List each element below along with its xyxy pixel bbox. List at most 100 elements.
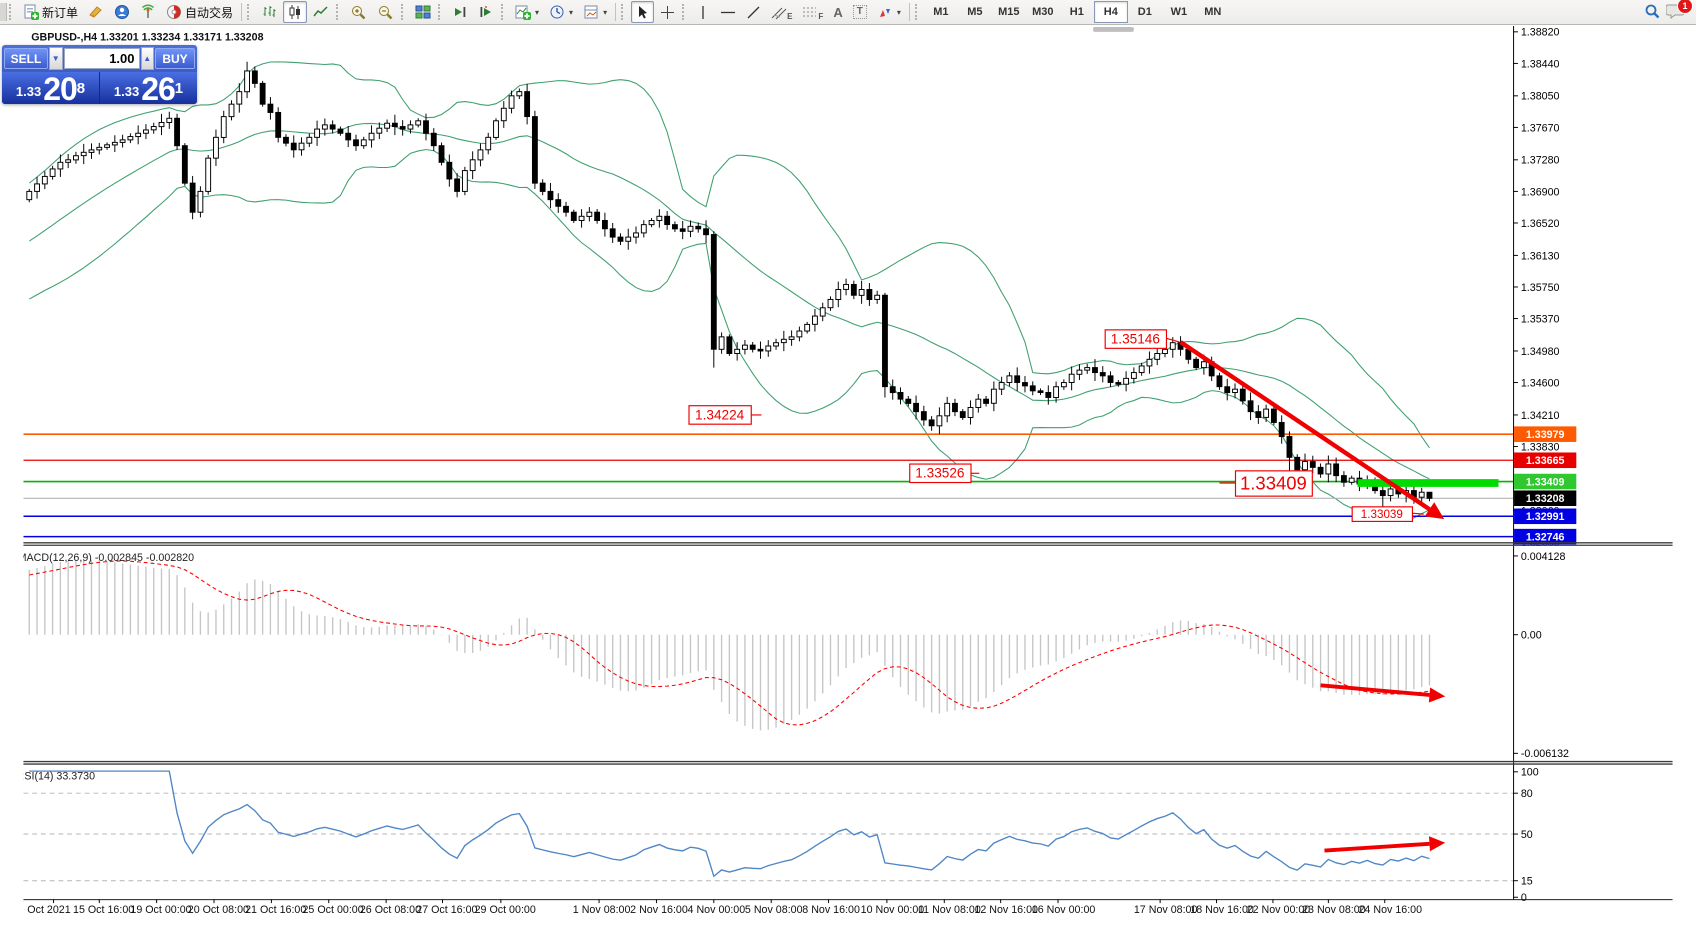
svg-text:1.34600: 1.34600	[1521, 377, 1560, 389]
toolbar-group-trade: 新订单 自动交易	[0, 0, 238, 24]
ask-price-prefix: 1.33	[114, 82, 139, 102]
toolbar-drag-handle[interactable]	[621, 4, 628, 20]
annotation-1.33526[interactable]: 1.33526	[910, 464, 980, 482]
notifications-button[interactable]: 1	[1666, 2, 1686, 23]
crosshair-button[interactable]	[656, 1, 679, 23]
zoom-in-button[interactable]	[346, 1, 371, 23]
svg-text:17 Nov 08:00: 17 Nov 08:00	[1134, 904, 1198, 916]
search-button[interactable]	[1639, 1, 1665, 23]
toolbar-drag-handle[interactable]	[9, 4, 16, 20]
volume-decrease-stepper[interactable]: ▼	[49, 47, 63, 70]
sell-button[interactable]: SELL	[4, 48, 48, 69]
toolbar-group-zoom	[334, 0, 399, 24]
svg-text:2 Nov 16:00: 2 Nov 16:00	[630, 904, 688, 916]
toolbar-separator	[241, 3, 242, 21]
volume-input[interactable]	[64, 48, 140, 69]
metaeditor-button[interactable]	[84, 1, 108, 23]
timeframe-m30[interactable]: M30	[1026, 1, 1060, 23]
svg-text:0.00: 0.00	[1521, 630, 1542, 642]
cursor-button[interactable]	[631, 1, 654, 23]
toolbar-group-profiles: ▾ ▾ ▾	[499, 0, 612, 24]
bid-price-display[interactable]: 1.33 20 8	[2, 72, 100, 104]
timeframe-m1[interactable]: M1	[924, 1, 958, 23]
toolbar-group-windows	[399, 0, 436, 24]
autotrading-button[interactable]: 自动交易	[162, 1, 237, 23]
svg-text:1.33665: 1.33665	[1526, 455, 1565, 467]
timeframe-h1[interactable]: H1	[1060, 1, 1094, 23]
text-button[interactable]: A	[829, 1, 846, 23]
line-chart-button[interactable]	[309, 1, 333, 23]
zoom-out-button[interactable]	[373, 1, 398, 23]
buy-button[interactable]: BUY	[155, 48, 195, 69]
top-toolbar: 新订单 自动交易 ▾ ▾	[0, 0, 1696, 25]
new-order-icon	[23, 4, 39, 20]
template-button[interactable]: ▾	[579, 1, 611, 23]
toolbar-group-objects: E F A T ▾	[680, 0, 906, 24]
toolbar-drag-handle[interactable]	[915, 4, 922, 20]
fibonacci-button[interactable]: F	[798, 1, 827, 23]
vertical-line-button[interactable]	[692, 1, 714, 23]
rsi-label: RSI(14) 33.3730	[17, 771, 95, 783]
svg-text:1.34224: 1.34224	[695, 407, 745, 422]
auto-scroll-button[interactable]	[448, 1, 472, 23]
equidistant-channel-button[interactable]: E	[767, 1, 796, 23]
timeframe-group: M1M5M15M30H1H4D1W1MN	[913, 0, 1230, 24]
svg-text:1.33409: 1.33409	[1526, 476, 1565, 488]
community-button[interactable]	[110, 1, 134, 23]
arrows-button[interactable]: ▾	[873, 1, 905, 23]
timeframe-mn[interactable]: MN	[1196, 1, 1230, 23]
svg-text:20 Oct 08:00: 20 Oct 08:00	[188, 904, 249, 916]
volume-increase-stepper[interactable]: ▲	[141, 47, 155, 70]
svg-text:21 Oct 16:00: 21 Oct 16:00	[245, 904, 306, 916]
svg-text:12 Nov 16:00: 12 Nov 16:00	[974, 904, 1038, 916]
annotation-1.34224[interactable]: 1.34224	[689, 406, 761, 424]
ask-price-pip: 1	[175, 72, 183, 104]
support-zone-band[interactable]	[1358, 479, 1499, 487]
candlestick-chart-button[interactable]	[283, 1, 307, 23]
timeframe-m15[interactable]: M15	[992, 1, 1026, 23]
svg-text:5 Nov 08:00: 5 Nov 08:00	[745, 904, 803, 916]
svg-text:1.36130: 1.36130	[1521, 250, 1560, 262]
chart-surface[interactable]: 1.351461.342241.335261.334091.33039GBPUS…	[0, 26, 1696, 941]
dropdown-caret-icon: ▾	[569, 8, 573, 17]
ask-price-main: 26	[141, 76, 175, 102]
chart-shift-button[interactable]	[474, 1, 498, 23]
svg-text:18 Nov 16:00: 18 Nov 16:00	[1190, 904, 1254, 916]
period-button[interactable]: ▾	[545, 1, 577, 23]
horizontal-line-button[interactable]	[716, 1, 740, 23]
svg-text:29 Oct 00:00: 29 Oct 00:00	[475, 904, 536, 916]
svg-text:0: 0	[1521, 892, 1527, 904]
toolbar-drag-handle[interactable]	[438, 4, 445, 20]
toolbar-drag-handle[interactable]	[682, 4, 689, 20]
timeframe-m5[interactable]: M5	[958, 1, 992, 23]
svg-text:100: 100	[1521, 767, 1539, 779]
timeframe-d1[interactable]: D1	[1128, 1, 1162, 23]
svg-text:15: 15	[1521, 876, 1533, 888]
svg-text:1 Nov 08:00: 1 Nov 08:00	[573, 904, 631, 916]
indicators-button[interactable]: ▾	[511, 1, 543, 23]
new-order-button[interactable]: 新订单	[19, 1, 82, 23]
svg-text:19 Oct 00:00: 19 Oct 00:00	[130, 904, 191, 916]
new-order-label: 新订单	[42, 4, 78, 21]
timeframe-w1[interactable]: W1	[1162, 1, 1196, 23]
toolbar-drag-handle[interactable]	[501, 4, 508, 20]
svg-text:1.36900: 1.36900	[1521, 186, 1560, 198]
dropdown-caret-icon: ▾	[897, 8, 901, 17]
toolbar-drag-handle[interactable]	[336, 4, 343, 20]
timeframe-h4[interactable]: H4	[1094, 1, 1128, 23]
bar-chart-button[interactable]	[257, 1, 281, 23]
svg-text:1.33526: 1.33526	[915, 466, 964, 481]
chart-scrollbar-thumb[interactable]	[1093, 27, 1134, 32]
ask-price-display[interactable]: 1.33 26 1	[100, 72, 197, 104]
annotation-1.33039[interactable]: 1.33039	[1352, 507, 1423, 522]
dropdown-caret-icon: ▾	[603, 8, 607, 17]
trendline-button[interactable]	[742, 1, 765, 23]
svg-text:16 Nov 00:00: 16 Nov 00:00	[1032, 904, 1096, 916]
text-label-button[interactable]: T	[849, 1, 871, 23]
toolbar-drag-handle[interactable]	[401, 4, 408, 20]
svg-text:1.37670: 1.37670	[1521, 122, 1560, 134]
svg-text:15 Oct 16:00: 15 Oct 16:00	[73, 904, 134, 916]
toolbar-drag-handle[interactable]	[247, 4, 254, 20]
tile-windows-button[interactable]	[411, 1, 435, 23]
signal-button[interactable]	[136, 1, 160, 23]
